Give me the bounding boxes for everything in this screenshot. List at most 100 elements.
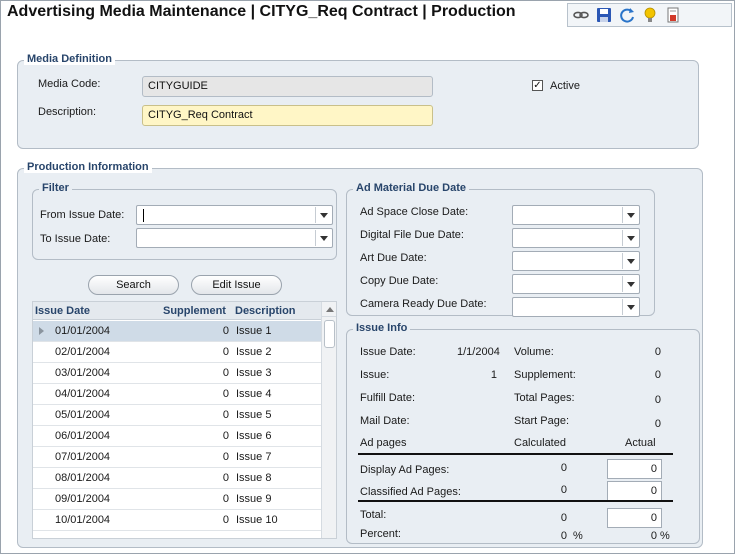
cell-description: Issue 6 xyxy=(236,430,272,442)
cell-issue-date: 06/01/2004 xyxy=(55,430,111,442)
ad-date-picker[interactable] xyxy=(512,274,640,294)
search-button[interactable]: Search xyxy=(88,275,179,295)
scroll-thumb[interactable] xyxy=(324,320,335,348)
from-issue-date-picker[interactable] xyxy=(136,205,333,225)
chevron-down-icon[interactable] xyxy=(622,230,638,246)
cell-issue-date: 10/01/2004 xyxy=(55,514,111,526)
table-row[interactable]: 01/01/2004 0 Issue 1 xyxy=(33,321,321,342)
save-icon[interactable] xyxy=(595,6,613,24)
issue-date-label: Issue Date: xyxy=(360,346,416,358)
column-issue-date[interactable]: Issue Date xyxy=(35,305,90,317)
toolbar xyxy=(567,3,732,27)
issue-label: Issue: xyxy=(360,369,390,381)
ad-pages-divider xyxy=(358,453,673,455)
cell-description: Issue 4 xyxy=(236,388,272,400)
ad-material-title: Ad Material Due Date xyxy=(353,182,470,194)
chevron-down-icon[interactable] xyxy=(622,276,638,292)
table-row[interactable]: 10/01/2004 0 Issue 10 xyxy=(33,510,321,531)
maintenance-window: Advertising Media Maintenance | CITYG_Re… xyxy=(0,0,735,554)
cell-description: Issue 8 xyxy=(236,472,272,484)
table-row[interactable]: 09/01/2004 0 Issue 9 xyxy=(33,489,321,510)
cell-supplement: 0 xyxy=(222,346,229,358)
cell-issue-date: 05/01/2004 xyxy=(55,409,111,421)
table-row[interactable]: 04/01/2004 0 Issue 4 xyxy=(33,384,321,405)
issue-info-group: Issue Info Issue Date: 1/1/2004 Volume: … xyxy=(346,322,700,544)
cell-description: Issue 5 xyxy=(236,409,272,421)
chevron-down-icon[interactable] xyxy=(622,299,638,315)
refresh-icon[interactable] xyxy=(618,6,636,24)
calculated-label: Calculated xyxy=(514,437,566,449)
cell-supplement: 0 xyxy=(222,514,229,526)
mail-date-label: Mail Date: xyxy=(360,415,410,427)
chevron-down-icon[interactable] xyxy=(622,207,638,223)
ad-date-label: Copy Due Date: xyxy=(360,275,439,287)
lightbulb-icon[interactable] xyxy=(641,6,659,24)
from-issue-date-label: From Issue Date: xyxy=(40,209,125,221)
total-actual-field[interactable]: 0 xyxy=(607,508,662,528)
supplement-label: Supplement: xyxy=(514,369,576,381)
cell-issue-date: 08/01/2004 xyxy=(55,472,111,484)
grid-scrollbar[interactable] xyxy=(321,302,336,538)
totals-divider xyxy=(358,500,673,502)
ad-date-picker[interactable] xyxy=(512,228,640,248)
percent-actual-sign: % xyxy=(660,530,670,542)
cell-description: Issue 1 xyxy=(236,325,272,337)
description-field[interactable]: CITYG_Req Contract xyxy=(142,105,433,126)
cell-issue-date: 09/01/2004 xyxy=(55,493,111,505)
text-caret xyxy=(143,209,144,222)
ad-date-picker[interactable] xyxy=(512,297,640,317)
percent-label: Percent: xyxy=(360,528,401,540)
ad-material-group: Ad Material Due Date Ad Space Close Date… xyxy=(346,182,655,317)
column-description[interactable]: Description xyxy=(235,305,296,317)
classified-actual-field[interactable]: 0 xyxy=(607,481,662,501)
table-row[interactable]: 06/01/2004 0 Issue 6 xyxy=(33,426,321,447)
chevron-down-icon[interactable] xyxy=(315,207,331,223)
ad-date-picker[interactable] xyxy=(512,205,640,225)
to-issue-date-picker[interactable] xyxy=(136,228,333,248)
cell-supplement: 0 xyxy=(222,472,229,484)
table-row[interactable]: 05/01/2004 0 Issue 5 xyxy=(33,405,321,426)
ad-date-label: Camera Ready Due Date: xyxy=(360,298,487,310)
media-code-field[interactable]: CITYGUIDE xyxy=(142,76,433,97)
description-label: Description: xyxy=(38,106,97,118)
percent-actual-value: 0 xyxy=(650,530,657,542)
table-row[interactable]: 08/01/2004 0 Issue 8 xyxy=(33,468,321,489)
cell-issue-date: 07/01/2004 xyxy=(55,451,111,463)
volume-value: 0 xyxy=(654,346,661,358)
ad-pages-label: Ad pages xyxy=(360,437,407,449)
table-row[interactable]: 07/01/2004 0 Issue 7 xyxy=(33,447,321,468)
start-page-label: Start Page: xyxy=(514,415,570,427)
ad-date-picker[interactable] xyxy=(512,251,640,271)
issue-value: 1 xyxy=(490,369,497,381)
chevron-down-icon[interactable] xyxy=(315,230,331,246)
classified-calculated-value: 0 xyxy=(560,484,567,496)
active-checkbox[interactable]: ✓ xyxy=(532,80,543,91)
cell-description: Issue 3 xyxy=(236,367,272,379)
edit-issue-button[interactable]: Edit Issue xyxy=(191,275,282,295)
to-issue-date-label: To Issue Date: xyxy=(40,233,111,245)
table-row[interactable]: 02/01/2004 0 Issue 2 xyxy=(33,342,321,363)
cell-description: Issue 2 xyxy=(236,346,272,358)
column-supplement[interactable]: Supplement xyxy=(163,305,226,317)
table-row[interactable]: 03/01/2004 0 Issue 3 xyxy=(33,363,321,384)
chevron-down-icon[interactable] xyxy=(622,253,638,269)
supplement-value: 0 xyxy=(654,369,661,381)
link-icon[interactable] xyxy=(572,6,590,24)
cell-supplement: 0 xyxy=(222,409,229,421)
media-definition-title: Media Definition xyxy=(24,53,115,65)
percent-calculated-sign: % xyxy=(573,530,583,542)
cell-issue-date: 02/01/2004 xyxy=(55,346,111,358)
percent-calculated-value: 0 xyxy=(560,530,567,542)
cell-supplement: 0 xyxy=(222,451,229,463)
report-icon[interactable] xyxy=(664,6,682,24)
display-actual-field[interactable]: 0 xyxy=(607,459,662,479)
issue-date-value: 1/1/2004 xyxy=(457,346,500,358)
classified-ad-pages-label: Classified Ad Pages: xyxy=(360,486,461,498)
row-pointer-icon xyxy=(39,327,44,335)
ad-date-label: Digital File Due Date: xyxy=(360,229,464,241)
display-calculated-value: 0 xyxy=(560,462,567,474)
production-info-title: Production Information xyxy=(24,161,152,173)
scroll-up-icon[interactable] xyxy=(322,302,336,317)
issues-grid: Issue Date Supplement Description 01/01/… xyxy=(32,301,337,539)
cell-issue-date: 01/01/2004 xyxy=(55,325,111,337)
